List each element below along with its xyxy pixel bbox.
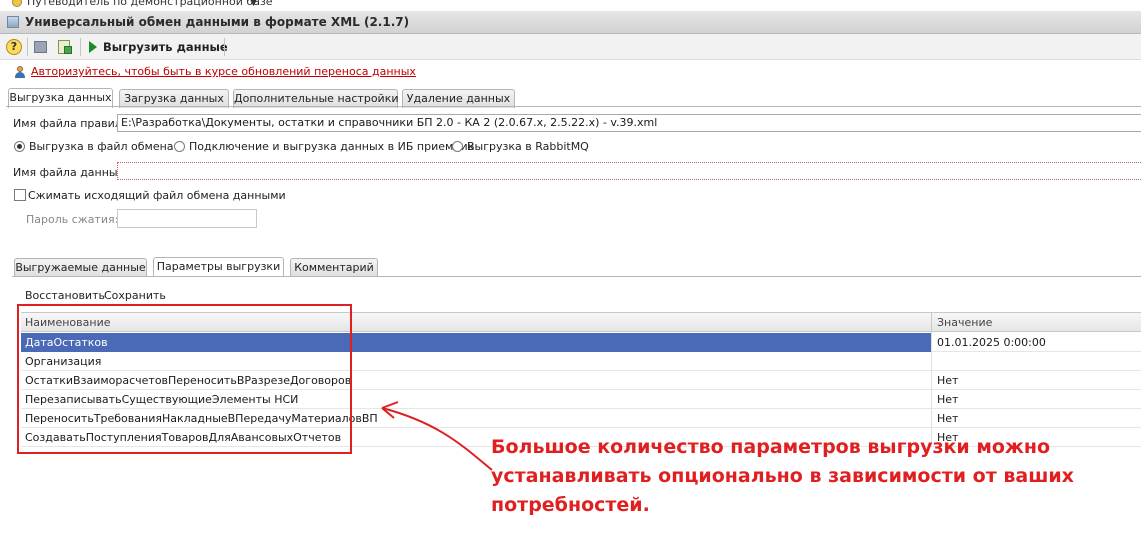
auth-link[interactable]: Авторизуйтесь, чтобы быть в курсе обновл…	[31, 65, 416, 78]
guide-icon	[12, 0, 22, 7]
radio-export-to-file-label[interactable]: Выгрузка в файл обмена	[29, 140, 174, 153]
save-settings-icon[interactable]	[32, 38, 50, 58]
param-value[interactable]: Нет	[937, 412, 958, 425]
annotation-line: Большое количество параметров выгрузки м…	[491, 436, 1051, 458]
save-button[interactable]: Сохранить	[104, 289, 166, 302]
guide-link[interactable]: Путеводитель по демонстрационной базе	[27, 0, 273, 8]
compress-password-field[interactable]	[117, 209, 257, 228]
top-strip: Путеводитель по демонстрационной базе ▼	[0, 0, 1141, 11]
annotation-text: Большое количество параметров выгрузки м…	[491, 433, 1091, 520]
rules-file-field[interactable]: E:\Разработка\Документы, остатки и справ…	[117, 114, 1141, 132]
tab-exported-data[interactable]: Выгружаемые данные	[14, 258, 147, 277]
cell-separator	[931, 409, 932, 428]
annotation-arrow-icon	[381, 401, 493, 471]
window-titlebar: Универсальный обмен данными в формате XM…	[0, 11, 1141, 34]
compress-password-label: Пароль сжатия:	[26, 213, 119, 226]
compress-checkbox[interactable]	[14, 189, 26, 201]
cell-separator	[931, 352, 932, 371]
toolbar: ? Выгрузить данные	[0, 34, 1141, 60]
toolbar-separator	[224, 38, 225, 56]
chevron-down-icon[interactable]: ▼	[250, 0, 257, 8]
window-title: Универсальный обмен данными в формате XM…	[25, 15, 410, 29]
user-icon	[14, 66, 25, 78]
column-separator[interactable]	[931, 313, 932, 333]
radio-export-rabbitmq[interactable]	[452, 141, 463, 152]
disk-icon	[34, 41, 47, 53]
inner-tabs-baseline	[12, 276, 1141, 277]
column-header-value[interactable]: Значение	[937, 316, 992, 329]
param-value[interactable]: 01.01.2025 0:00:00	[937, 336, 1046, 349]
window-icon	[7, 16, 19, 28]
arrow-icon	[64, 46, 72, 54]
load-settings-icon[interactable]	[56, 38, 74, 58]
toolbar-separator	[27, 38, 28, 56]
tabs-baseline	[6, 106, 1141, 107]
play-icon	[89, 41, 97, 53]
rules-file-label: Имя файла правил:	[13, 117, 126, 130]
help-button[interactable]: ?	[6, 39, 22, 55]
tab-export[interactable]: Выгрузка данных	[8, 88, 113, 108]
export-data-label: Выгрузить данные	[103, 40, 228, 54]
annotation-line: потребностей.	[491, 494, 650, 516]
tab-comment[interactable]: Комментарий	[290, 258, 378, 277]
highlight-box	[17, 304, 352, 454]
data-file-label: Имя файла данных:	[13, 166, 128, 179]
data-file-field[interactable]	[117, 162, 1141, 180]
tab-export-params[interactable]: Параметры выгрузки	[153, 257, 284, 277]
cell-separator	[931, 333, 932, 352]
param-value[interactable]: Нет	[937, 393, 958, 406]
compress-checkbox-label[interactable]: Сжимать исходящий файл обмена данными	[28, 189, 286, 202]
radio-export-to-ib-label[interactable]: Подключение и выгрузка данных в ИБ прием…	[189, 140, 474, 153]
radio-export-rabbitmq-label[interactable]: Выгрузка в RabbitMQ	[467, 140, 589, 153]
toolbar-separator	[80, 38, 81, 56]
radio-export-to-ib[interactable]	[174, 141, 185, 152]
param-value[interactable]: Нет	[937, 374, 958, 387]
export-data-button[interactable]: Выгрузить данные	[86, 37, 228, 57]
cell-separator	[931, 371, 932, 390]
restore-button[interactable]: Восстановить	[25, 289, 105, 302]
annotation-line: устанавливать опционально в зависимости …	[491, 465, 1074, 487]
cell-separator	[931, 390, 932, 409]
radio-export-to-file[interactable]	[14, 141, 25, 152]
user-body	[15, 72, 25, 78]
